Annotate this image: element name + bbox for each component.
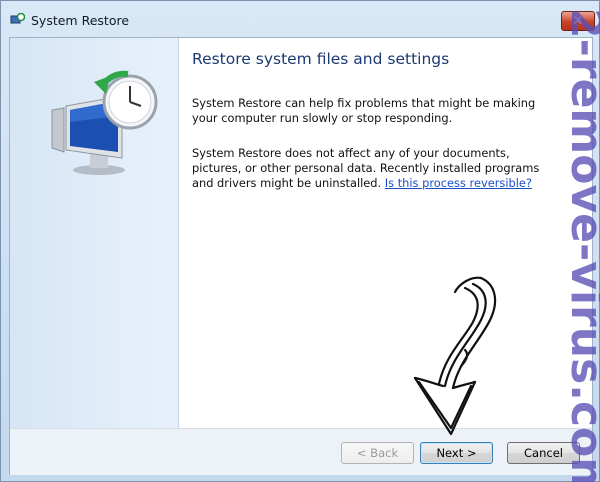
title-bar[interactable]: System Restore ✕: [1, 1, 599, 37]
panel-divider: [178, 38, 179, 428]
page-heading: Restore system files and settings: [192, 50, 450, 68]
system-restore-window: System Restore ✕ Restore system files an…: [0, 0, 600, 482]
back-button[interactable]: < Back: [341, 442, 414, 464]
cancel-button[interactable]: Cancel: [507, 442, 580, 464]
system-restore-app-icon: [10, 13, 25, 24]
system-restore-clock-monitor-icon: [51, 70, 158, 175]
window-title: System Restore: [31, 13, 130, 28]
personal-data-paragraph: System Restore does not affect any of yo…: [192, 146, 562, 191]
reversible-info-link[interactable]: Is this process reversible?: [385, 176, 532, 190]
dialog-client-area: Restore system files and settings System…: [9, 37, 593, 475]
next-button[interactable]: Next >: [420, 442, 493, 464]
description-paragraph: System Restore can help fix problems tha…: [192, 96, 536, 125]
close-button[interactable]: ✕: [561, 11, 595, 31]
button-bar: < Back Next > Cancel: [10, 428, 592, 475]
